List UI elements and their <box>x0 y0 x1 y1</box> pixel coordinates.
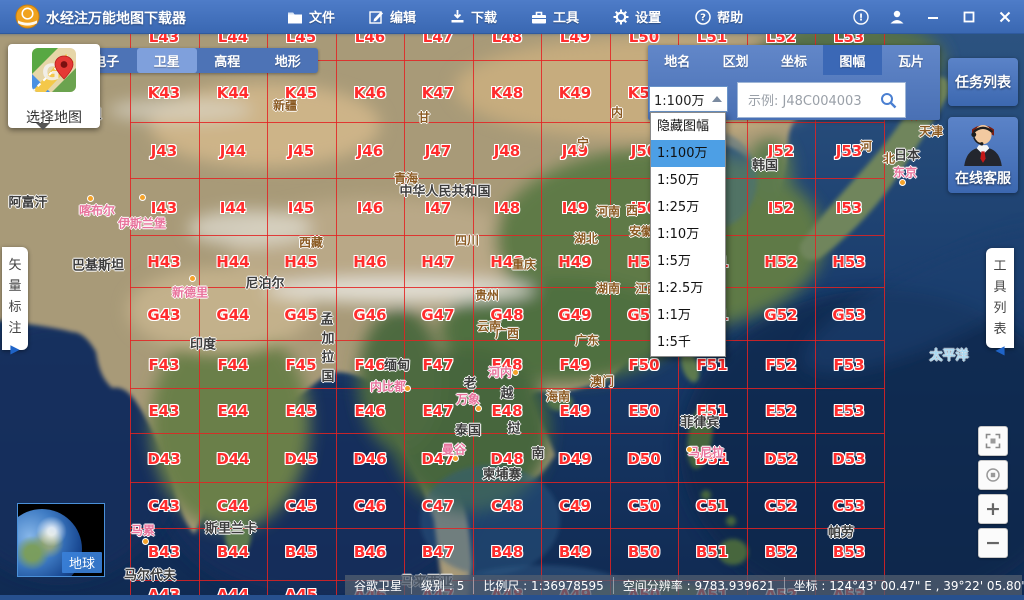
menu-tools-label: 工具 <box>553 11 580 26</box>
search-icon[interactable] <box>880 92 897 109</box>
map-viewport[interactable]: L43 L44 L45 L46 L47 L48 L49 L50 L51 L52 L53 K43 K44 K… <box>0 33 1024 600</box>
menu-download[interactable]: 下载 <box>433 0 514 33</box>
tab-coordinate[interactable]: 坐标 <box>765 45 823 75</box>
task-list-button[interactable]: 任务列表 <box>948 58 1018 106</box>
map-type-bar: 电子 卫星 高程 地形 <box>76 48 318 73</box>
status-resolution: 空间分辨率 : 9783.939621 <box>612 576 784 594</box>
app-window: 水经注万能地图下载器 文件 编辑 下载 工具 设置 ? 帮助 ! L43 L44… <box>0 0 1024 600</box>
customer-service-avatar <box>964 125 1002 166</box>
scale-dropdown-list: 隐藏图幅 1:100万 1:50万 1:25万 1:10万 1:5万 1:2.5… <box>650 112 726 357</box>
status-coordinates: 坐标 : 124°43' 00.47" E , 39°22' 05.80" N <box>783 576 1024 594</box>
menu-download-label: 下载 <box>471 11 498 26</box>
option-1-500k[interactable]: 1:50万 <box>651 167 725 194</box>
collapse-left-icon: ◀ <box>995 343 1005 357</box>
tab-terrain[interactable]: 地形 <box>258 48 319 73</box>
menu-edit-label: 编辑 <box>390 11 417 26</box>
svg-text:!: ! <box>859 12 864 23</box>
tab-elevation[interactable]: 高程 <box>197 48 258 73</box>
option-1-50k[interactable]: 1:5万 <box>651 248 725 275</box>
option-1-10k[interactable]: 1:1万 <box>651 302 725 329</box>
edit-icon <box>369 11 384 24</box>
status-scale: 比例尺 : 1:36978595 <box>473 576 612 594</box>
option-hide-sheets[interactable]: 隐藏图幅 <box>651 113 725 140</box>
main-menu: 文件 编辑 下载 工具 设置 ? 帮助 <box>270 0 760 33</box>
user-icon[interactable] <box>886 6 908 28</box>
vector-annotation-tab[interactable]: 矢 量 标 注 ▶ <box>2 247 28 356</box>
titlebar-controls: ! <box>850 0 1016 33</box>
sheet-search-input[interactable] <box>746 89 880 113</box>
earth-overview-thumbnail[interactable]: 地球 <box>17 503 105 577</box>
sheet-search-box <box>737 82 906 118</box>
info-icon[interactable]: ! <box>850 6 872 28</box>
select-map-label: 选择地图 <box>26 110 82 126</box>
center-view-button[interactable] <box>978 460 1008 490</box>
tab-placename[interactable]: 地名 <box>648 45 706 75</box>
option-1-5k[interactable]: 1:5千 <box>651 329 725 356</box>
gear-icon <box>613 9 629 24</box>
full-extent-button[interactable] <box>978 426 1008 456</box>
status-bar: 谷歌卫星 级别 : 5 比例尺 : 1:36978595 空间分辨率 : 978… <box>345 575 1024 595</box>
menu-settings[interactable]: 设置 <box>596 0 678 33</box>
minus-icon: − <box>985 532 1001 554</box>
scale-select-value: 1:100万 <box>654 93 705 109</box>
close-button[interactable] <box>994 6 1016 28</box>
tool-list-tab[interactable]: 工 具 列 表 ◀ <box>986 248 1014 357</box>
full-extent-icon <box>985 433 1001 449</box>
menu-edit[interactable]: 编辑 <box>352 0 433 33</box>
chevron-down-icon <box>36 123 50 130</box>
earth-label: 地球 <box>61 552 102 573</box>
option-1-100k[interactable]: 1:10万 <box>651 221 725 248</box>
menu-file-label: 文件 <box>309 11 336 26</box>
online-service-button[interactable]: 在线客服 <box>948 117 1018 193</box>
tab-tile[interactable]: 瓦片 <box>882 45 940 75</box>
option-1-1000k[interactable]: 1:100万 <box>651 140 725 167</box>
tab-mapsheet[interactable]: 图幅 <box>823 45 882 75</box>
window-bottom-edge <box>0 595 1024 600</box>
tab-district[interactable]: 区划 <box>706 45 764 75</box>
menu-file[interactable]: 文件 <box>270 0 352 33</box>
menu-help[interactable]: ? 帮助 <box>678 0 760 33</box>
maximize-button[interactable] <box>958 6 980 28</box>
menu-settings-label: 设置 <box>635 11 662 26</box>
download-icon <box>451 10 464 23</box>
sheet-panel-tabs: 地名 区划 坐标 图幅 瓦片 <box>648 45 940 75</box>
svg-text:?: ? <box>700 12 706 23</box>
scale-select[interactable]: 1:100万 <box>649 86 728 112</box>
folder-icon <box>288 12 302 23</box>
status-map-source: 谷歌卫星 <box>354 578 403 593</box>
zoom-in-button[interactable]: + <box>978 494 1008 524</box>
toolbox-icon <box>532 11 547 23</box>
status-zoom-level: 级别 : 5 <box>411 576 473 594</box>
minimize-button[interactable] <box>922 6 944 28</box>
help-icon: ? <box>695 8 711 25</box>
expand-right-icon: ▶ <box>10 342 20 356</box>
plus-icon: + <box>985 498 1001 520</box>
title-bar: 水经注万能地图下载器 文件 编辑 下载 工具 设置 ? 帮助 ! <box>0 0 1024 34</box>
tab-satellite[interactable]: 卫星 <box>136 48 197 73</box>
zoom-out-button[interactable]: − <box>978 528 1008 558</box>
app-title: 水经注万能地图下载器 <box>46 11 186 27</box>
center-view-icon <box>986 468 1000 482</box>
menu-tools[interactable]: 工具 <box>514 0 596 33</box>
option-1-250k[interactable]: 1:25万 <box>651 194 725 221</box>
select-map-button[interactable]: G 选择地图 <box>8 44 100 130</box>
google-maps-icon: G <box>32 48 76 92</box>
app-logo-icon <box>15 4 40 29</box>
chevron-up-icon <box>712 96 722 102</box>
menu-help-label: 帮助 <box>717 11 744 26</box>
sheet-search-panel: 地名 区划 坐标 图幅 瓦片 1:100万 <box>648 45 940 120</box>
option-1-25k[interactable]: 1:2.5万 <box>651 275 725 302</box>
online-service-label: 在线客服 <box>955 171 1011 187</box>
